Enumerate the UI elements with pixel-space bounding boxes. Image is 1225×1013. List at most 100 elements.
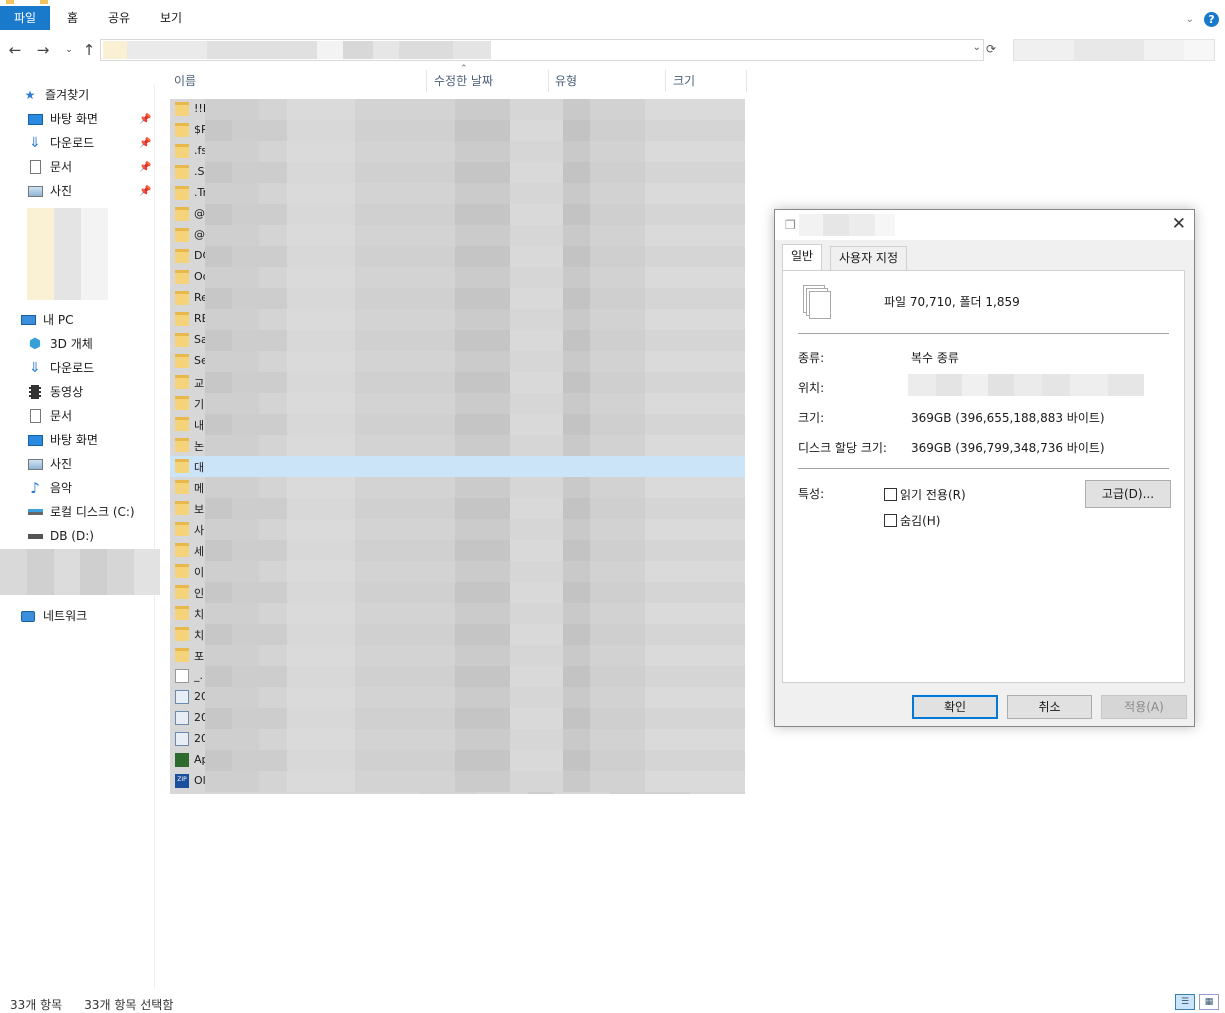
sidebar-item-pc-desktop[interactable]: 바탕 화면 (27, 429, 98, 451)
sidebar-item-downloads[interactable]: ⇓ 다운로드 (27, 132, 94, 154)
file-row[interactable]: 인 (170, 582, 745, 603)
tab-file[interactable]: 파일 (0, 6, 50, 30)
blurred-file-details (205, 183, 745, 204)
sidebar-item-local-disk-c[interactable]: 로컬 디스크 (C:) (27, 501, 135, 523)
cancel-button[interactable]: 취소 (1007, 695, 1092, 719)
dialog-title-bar[interactable]: ❐ ✕ (775, 210, 1194, 240)
large-icons-view-icon[interactable]: ▦ (1199, 994, 1219, 1010)
file-row[interactable]: 치 (170, 603, 745, 624)
file-folder-summary: 파일 70,710, 폴더 1,859 (884, 295, 1020, 309)
file-row[interactable]: $R (170, 120, 745, 141)
column-header-modified[interactable]: 수정한 날짜 (428, 68, 548, 94)
file-row[interactable]: 사 (170, 519, 745, 540)
file-row[interactable]: 기 (170, 393, 745, 414)
address-bar[interactable]: ⌄ (100, 39, 984, 61)
column-separator[interactable] (665, 70, 666, 92)
refresh-icon[interactable]: ⟳ (986, 42, 996, 56)
file-row[interactable]: Ap (170, 750, 745, 771)
checkbox-box[interactable] (884, 514, 897, 527)
help-icon[interactable]: ? (1204, 12, 1219, 27)
sidebar-item-desktop[interactable]: 바탕 화면 (27, 108, 98, 130)
file-row[interactable]: 세 (170, 540, 745, 561)
close-icon[interactable]: ✕ (1172, 214, 1186, 234)
column-header-type[interactable]: 유형 (549, 68, 665, 94)
forward-arrow-icon[interactable]: → (34, 41, 52, 59)
address-dropdown-icon[interactable]: ⌄ (973, 42, 981, 53)
sidebar-item-pictures[interactable]: 사진 (27, 180, 72, 202)
column-separator[interactable] (746, 70, 747, 92)
multiple-files-icon (803, 285, 835, 321)
file-row[interactable]: DC (170, 246, 745, 267)
pin-icon[interactable]: 📌 (139, 114, 151, 125)
folder-icon[interactable] (40, 0, 48, 4)
size-on-disk-value: 369GB (396,799,348,736 바이트) (911, 441, 1105, 455)
sidebar-item-documents[interactable]: 문서 (27, 156, 72, 178)
attributes-label: 특성: (798, 487, 825, 501)
file-row[interactable]: 보 (170, 498, 745, 519)
file-row[interactable]: Re (170, 288, 745, 309)
file-row[interactable]: 치 (170, 624, 745, 645)
sidebar-item-label: 사진 (50, 184, 73, 198)
file-row[interactable]: 논 (170, 435, 745, 456)
tab-view[interactable]: 보기 (148, 6, 194, 30)
tab-customize[interactable]: 사용자 지정 (830, 246, 908, 270)
file-row[interactable]: Sa (170, 330, 745, 351)
file-row[interactable]: 내 (170, 414, 745, 435)
file-row[interactable]: @ (170, 204, 745, 225)
file-row[interactable]: Oc (170, 267, 745, 288)
file-row[interactable]: 대 (170, 456, 745, 477)
sidebar-item-quick-access[interactable]: ★ 즐겨찾기 (22, 84, 90, 106)
sidebar-item-pc-documents[interactable]: 문서 (27, 405, 72, 427)
search-input[interactable] (1013, 39, 1215, 61)
file-row[interactable]: 20 (170, 708, 745, 729)
tab-share[interactable]: 공유 (96, 6, 142, 30)
sidebar-item-network[interactable]: 네트워크 (20, 605, 87, 627)
readonly-checkbox[interactable]: 읽기 전용(R) (884, 486, 966, 503)
pin-icon[interactable]: 📌 (139, 162, 151, 173)
file-row[interactable]: .S (170, 162, 745, 183)
sidebar-item-this-pc[interactable]: 내 PC (20, 309, 73, 331)
file-row[interactable]: .Tr (170, 183, 745, 204)
file-row[interactable]: _. (170, 666, 745, 687)
ok-button[interactable]: 확인 (912, 695, 998, 719)
recent-locations-chevron-icon[interactable]: ⌄ (60, 45, 78, 55)
sidebar-item-videos[interactable]: 동영상 (27, 381, 83, 403)
file-row[interactable]: Se (170, 351, 745, 372)
sidebar-item-pc-pictures[interactable]: 사진 (27, 453, 72, 475)
details-view-icon[interactable]: ☰ (1175, 994, 1195, 1010)
sidebar-item-label: DB (D:) (50, 529, 94, 543)
file-row[interactable]: 메 (170, 477, 745, 498)
file-row[interactable]: ZIP Ol (170, 771, 745, 792)
navigation-pane: ★ 즐겨찾기 바탕 화면 📌 ⇓ 다운로드 📌 문서 📌 사진 📌 내 PC ⬢… (0, 84, 160, 989)
sidebar-item-db-d[interactable]: DB (D:) (27, 525, 94, 547)
tab-home[interactable]: 홈 (55, 6, 90, 30)
file-row[interactable]: 20 (170, 687, 745, 708)
file-row[interactable]: 20 (170, 729, 745, 750)
pin-icon[interactable]: 📌 (139, 138, 151, 149)
sidebar-item-pc-downloads[interactable]: ⇓ 다운로드 (27, 357, 94, 379)
file-row[interactable]: .fs (170, 141, 745, 162)
checkbox-box[interactable] (884, 488, 897, 501)
file-row[interactable]: RE (170, 309, 745, 330)
file-row[interactable]: @ (170, 225, 745, 246)
expand-ribbon-icon[interactable]: ⌄ (1186, 14, 1194, 25)
column-separator[interactable] (426, 70, 427, 92)
column-header-size[interactable]: 크기 (667, 68, 747, 94)
blurred-file-details (205, 267, 745, 288)
back-arrow-icon[interactable]: ← (6, 41, 24, 59)
file-row[interactable]: !!F (170, 99, 745, 120)
apply-button[interactable]: 적용(A) (1101, 695, 1187, 719)
up-arrow-icon[interactable]: ↑ (80, 41, 98, 59)
file-row[interactable]: 이 (170, 561, 745, 582)
sidebar-item-3d-objects[interactable]: ⬢ 3D 개체 (27, 333, 93, 355)
divider (798, 468, 1169, 469)
pin-icon[interactable]: 📌 (139, 186, 151, 197)
column-header-name[interactable]: 이름 (168, 68, 426, 94)
file-row[interactable]: 교 (170, 372, 745, 393)
folder-icon[interactable] (6, 0, 14, 4)
sidebar-item-music[interactable]: ♪ 음악 (27, 477, 72, 499)
tab-general[interactable]: 일반 (782, 244, 823, 270)
hidden-checkbox[interactable]: 숨김(H) (884, 512, 940, 529)
advanced-button[interactable]: 고급(D)... (1085, 480, 1171, 508)
file-row[interactable]: 포 (170, 645, 745, 666)
